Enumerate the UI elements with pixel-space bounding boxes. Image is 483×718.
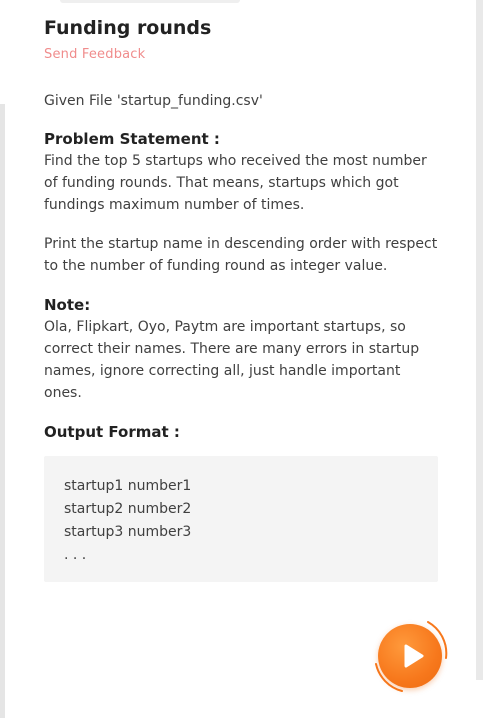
- top-divider: [60, 0, 240, 3]
- scrollbar-track[interactable]: [476, 0, 483, 680]
- note-heading: Note:: [44, 296, 91, 314]
- problem-page: Funding rounds Send Feedback Given File …: [0, 0, 483, 718]
- output-format-heading: Output Format :: [44, 423, 180, 441]
- output-line: startup2 number2: [64, 501, 192, 517]
- send-feedback-link[interactable]: Send Feedback: [44, 46, 145, 64]
- print-instruction-text: Print the startup name in descending ord…: [44, 236, 438, 274]
- run-button-wrapper: [372, 618, 450, 694]
- output-line: . . .: [64, 547, 87, 563]
- problem-content: Funding rounds Send Feedback Given File …: [44, 14, 439, 582]
- output-line: startup1 number1: [64, 478, 192, 494]
- left-panel-edge: [0, 104, 5, 718]
- run-button[interactable]: [378, 624, 442, 688]
- problem-statement-heading: Problem Statement :: [44, 130, 220, 148]
- output-line: startup3 number3: [64, 524, 192, 540]
- note-text: Ola, Flipkart, Oyo, Paytm are important …: [44, 319, 420, 401]
- output-format-box: startup1 number1 startup2 number2 startu…: [44, 456, 438, 582]
- problem-title: Funding rounds: [44, 17, 212, 39]
- play-icon: [404, 644, 424, 668]
- given-file-text: Given File 'startup_funding.csv': [44, 93, 263, 109]
- problem-statement-text: Find the top 5 startups who received the…: [44, 153, 427, 213]
